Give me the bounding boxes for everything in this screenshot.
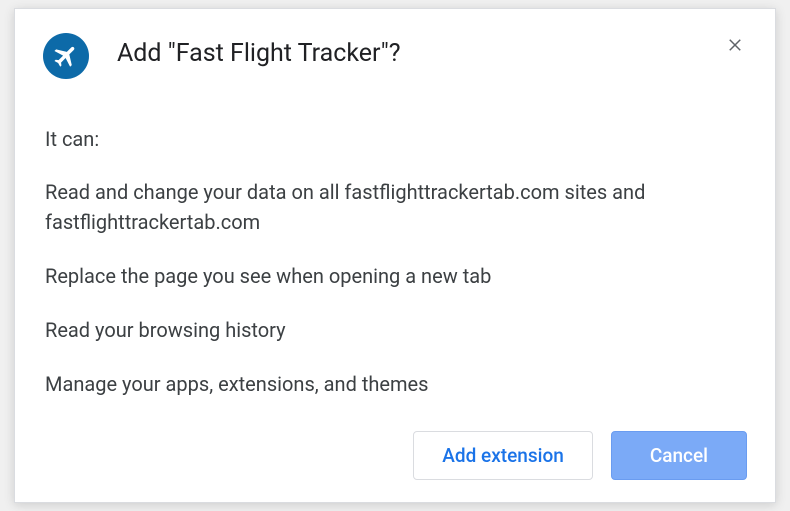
permissions-list: Read and change your data on all fastfli… — [45, 177, 747, 399]
permission-item: Manage your apps, extensions, and themes — [45, 369, 747, 399]
close-button[interactable] — [719, 29, 751, 61]
permission-item: Replace the page you see when opening a … — [45, 261, 747, 291]
extension-install-dialog: Add "Fast Flight Tracker"? It can: Read … — [14, 8, 776, 503]
add-extension-button[interactable]: Add extension — [413, 431, 593, 480]
extension-icon — [43, 33, 89, 79]
cancel-button[interactable]: Cancel — [611, 431, 747, 480]
close-icon — [726, 36, 744, 54]
permission-item: Read your browsing history — [45, 315, 747, 345]
airplane-icon — [52, 42, 80, 70]
permission-item: Read and change your data on all fastfli… — [45, 177, 747, 237]
dialog-header: Add "Fast Flight Tracker"? — [43, 33, 747, 79]
dialog-title: Add "Fast Flight Tracker"? — [117, 39, 401, 68]
permissions-intro: It can: — [45, 127, 747, 151]
dialog-buttons: Add extension Cancel — [413, 431, 747, 480]
